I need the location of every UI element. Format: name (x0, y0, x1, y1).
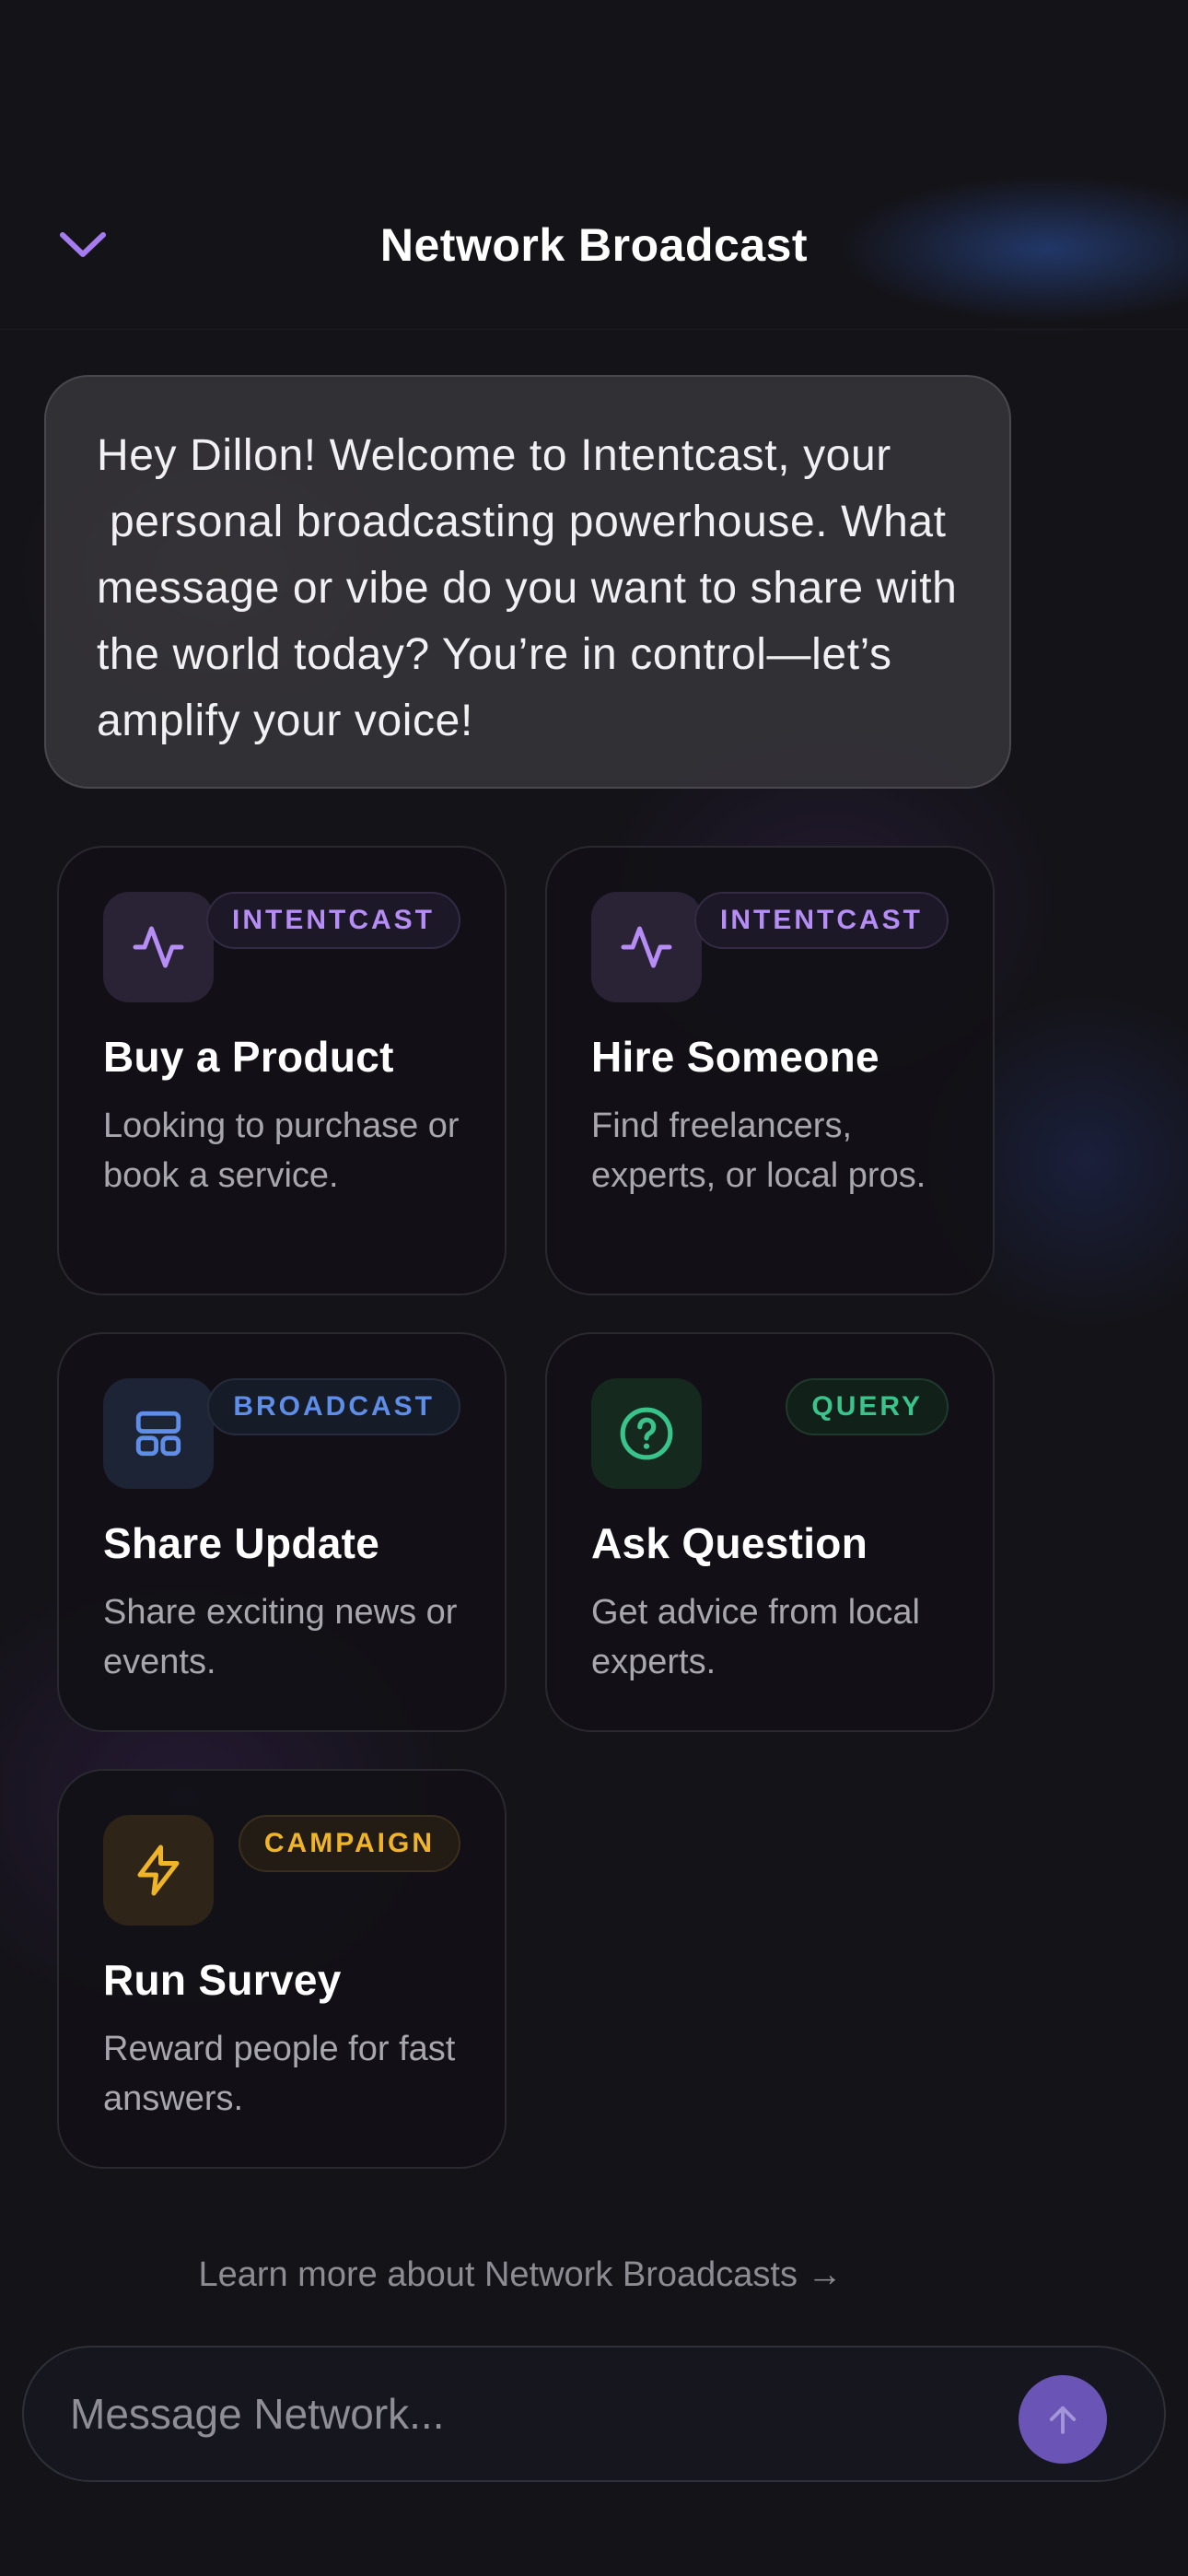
learn-more-link[interactable]: Learn more about Network Broadcasts → (0, 2255, 1041, 2295)
card-description: Looking to purchase or book a service. (103, 1107, 460, 1195)
card-description: Share exciting news or events. (103, 1593, 458, 1681)
card-title: Ask Question (591, 1519, 868, 1567)
badge-broadcast: BROADCAST (207, 1378, 460, 1435)
arrow-up-icon (1049, 2406, 1077, 2434)
send-button[interactable] (1019, 2375, 1107, 2464)
welcome-message: Hey Dillon! Welcome to Intentcast, your … (44, 375, 1011, 789)
badge-campaign: CAMPAIGN (238, 1815, 460, 1872)
help-circle-icon (620, 1407, 673, 1460)
icon-tile (591, 1378, 702, 1489)
card-description: Find freelancers, experts, or local pros… (591, 1107, 926, 1195)
card-description: Get advice from local experts. (591, 1593, 920, 1681)
badge-intentcast: INTENTCAST (694, 892, 949, 949)
layout-dashboard-icon (135, 1411, 181, 1457)
icon-tile (103, 892, 214, 1002)
activity-pulse-icon (133, 926, 184, 968)
lightning-bolt-icon (137, 1844, 180, 1896)
icon-tile (103, 1378, 214, 1489)
card-share-update[interactable]: BROADCAST Share Update Share exciting ne… (57, 1332, 507, 1732)
card-ask-question[interactable]: QUERY Ask Question Get advice from local… (545, 1332, 995, 1732)
badge-query: QUERY (786, 1378, 949, 1435)
card-hire-someone[interactable]: INTENTCAST Hire Someone Find freelancers… (545, 846, 995, 1295)
card-title: Buy a Product (103, 1033, 394, 1081)
card-title: Share Update (103, 1519, 380, 1567)
activity-pulse-icon (621, 926, 672, 968)
card-title: Hire Someone (591, 1033, 879, 1081)
card-title: Run Survey (103, 1956, 342, 2004)
icon-tile (591, 892, 702, 1002)
page-title: Network Broadcast (379, 219, 809, 271)
message-input[interactable] (70, 2348, 991, 2480)
card-description: Reward people for fast answers. (103, 2030, 456, 2118)
card-buy-product[interactable]: INTENTCAST Buy a Product Looking to purc… (57, 846, 507, 1295)
message-composer (22, 2346, 1166, 2482)
icon-tile (103, 1815, 214, 1926)
card-run-survey[interactable]: CAMPAIGN Run Survey Reward people for fa… (57, 1769, 507, 2169)
badge-intentcast: INTENTCAST (206, 892, 460, 949)
header: Network Broadcast (0, 0, 1188, 330)
